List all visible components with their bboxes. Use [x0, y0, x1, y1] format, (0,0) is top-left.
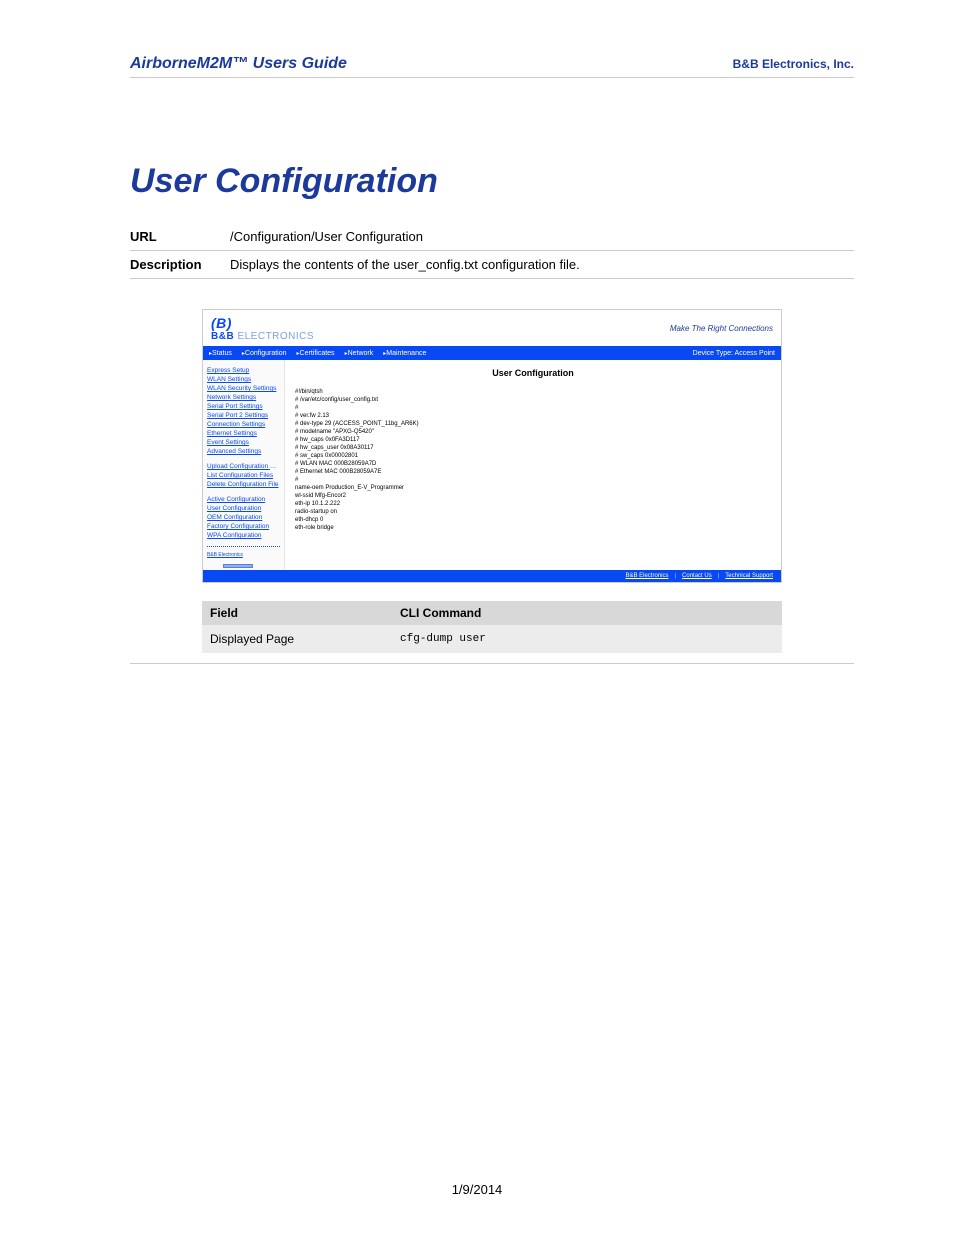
nav-maintenance[interactable]: Maintenance — [383, 350, 426, 357]
table-row: Displayed Page cfg-dump user — [202, 625, 782, 653]
sidebar-user-config[interactable]: User Configuration — [207, 504, 280, 513]
sidebar-advanced[interactable]: Advanced Settings — [207, 447, 280, 456]
embedded-screenshot: (B) B&B ELECTRONICS Make The Right Conne… — [202, 309, 782, 653]
sidebar-serial-port-2[interactable]: Serial Port 2 Settings — [207, 411, 280, 420]
logo-text-electronics: ELECTRONICS — [234, 331, 314, 342]
doc-title-left: AirborneM2M™ Users Guide — [130, 55, 347, 73]
sidebar-list-config[interactable]: List Configuration Files — [207, 471, 280, 480]
sidebar-connection[interactable]: Connection Settings — [207, 420, 280, 429]
sidebar-delete-config[interactable]: Delete Configuration File — [207, 480, 280, 489]
ss-main: User Configuration #!/bin/qtsh # /var/et… — [285, 360, 781, 570]
cli-header-command: CLI Command — [392, 601, 782, 625]
ss-footer: B&B Electronics | Contact Us | Technical… — [203, 570, 781, 582]
url-label: URL — [130, 229, 230, 244]
ss-main-title: User Configuration — [295, 368, 771, 378]
url-row: URL /Configuration/User Configuration — [130, 223, 854, 251]
cli-field-value: Displayed Page — [202, 625, 392, 653]
sidebar-upload-config[interactable]: Upload Configuration File — [207, 462, 280, 471]
sidebar-wlan-settings[interactable]: WLAN Settings — [207, 375, 280, 384]
logo-text-bb: B&B — [211, 331, 234, 342]
page-date: 1/9/2014 — [0, 1182, 954, 1197]
ss-logo: (B) B&B ELECTRONICS — [211, 315, 314, 342]
config-file-contents: #!/bin/qtsh # /var/etc/config/user_confi… — [295, 388, 771, 532]
sidebar-wpa-config[interactable]: WPA Configuration — [207, 531, 280, 540]
sidebar-network-settings[interactable]: Network Settings — [207, 393, 280, 402]
ss-sidebar: Express Setup WLAN Settings WLAN Securit… — [203, 360, 285, 570]
footer-link-bb[interactable]: B&B Electronics — [625, 573, 668, 579]
footer-link-support[interactable]: Technical Support — [725, 573, 773, 579]
nav-certificates[interactable]: Certificates — [297, 350, 335, 357]
description-value: Displays the contents of the user_config… — [230, 257, 854, 272]
description-label: Description — [130, 257, 230, 272]
nav-network[interactable]: Network — [345, 350, 374, 357]
cli-command-value: cfg-dump user — [392, 625, 782, 653]
cli-table: Field CLI Command Displayed Page cfg-dum… — [202, 601, 782, 653]
nav-device-type: Device Type: Access Point — [693, 350, 775, 357]
sidebar-ethernet[interactable]: Ethernet Settings — [207, 429, 280, 438]
section-divider — [130, 663, 854, 664]
ss-navbar: Status Configuration Certificates Networ… — [203, 346, 781, 360]
page-header: AirborneM2M™ Users Guide B&B Electronics… — [130, 55, 854, 78]
url-value: /Configuration/User Configuration — [230, 229, 854, 244]
doc-title-right: B&B Electronics, Inc. — [733, 57, 854, 71]
sidebar-active-config[interactable]: Active Configuration — [207, 495, 280, 504]
footer-link-contact[interactable]: Contact Us — [682, 573, 712, 579]
sidebar-express-setup[interactable]: Express Setup — [207, 366, 280, 375]
sidebar-serial-port[interactable]: Serial Port Settings — [207, 402, 280, 411]
sidebar-footer-link[interactable]: B&B Electronics — [207, 551, 280, 560]
nav-configuration[interactable]: Configuration — [242, 350, 287, 357]
ss-brand-bar: (B) B&B ELECTRONICS Make The Right Conne… — [203, 310, 781, 346]
sidebar-factory-config[interactable]: Factory Configuration — [207, 522, 280, 531]
scrollbar-thumb-icon[interactable] — [223, 564, 253, 568]
ss-tagline: Make The Right Connections — [670, 324, 773, 333]
sidebar-event[interactable]: Event Settings — [207, 438, 280, 447]
logo-icon: (B) — [211, 315, 232, 331]
sidebar-oem-config[interactable]: OEM Configuration — [207, 513, 280, 522]
cli-header-field: Field — [202, 601, 392, 625]
nav-status[interactable]: Status — [209, 350, 232, 357]
description-row: Description Displays the contents of the… — [130, 251, 854, 279]
page-title: User Configuration — [130, 162, 854, 201]
sidebar-wlan-security[interactable]: WLAN Security Settings — [207, 384, 280, 393]
